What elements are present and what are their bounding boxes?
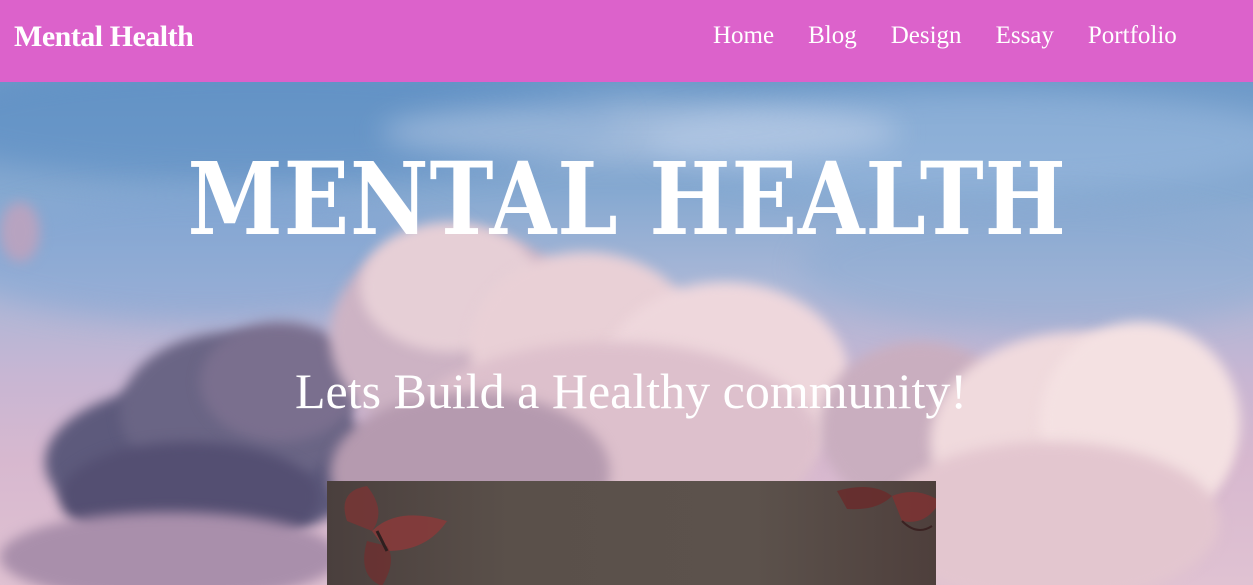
butterfly-image bbox=[344, 486, 447, 585]
nav-link-essay[interactable]: Essay bbox=[996, 22, 1054, 50]
nav-link-design[interactable]: Design bbox=[891, 22, 962, 50]
hero-media-frame[interactable] bbox=[327, 481, 936, 585]
nav-link-portfolio[interactable]: Portfolio bbox=[1088, 22, 1177, 50]
nav-menu: Home Blog Design Essay Portfolio bbox=[713, 22, 1211, 50]
hero-banner: MENTAL HEALTH Lets Build a Healthy commu… bbox=[0, 82, 1253, 585]
hero-title: MENTAL HEALTH bbox=[187, 140, 1067, 258]
top-navbar: Mental Health Home Blog Design Essay Por… bbox=[0, 0, 1253, 82]
butterfly-image-right bbox=[837, 487, 936, 531]
hero-subtitle: Lets Build a Healthy community! bbox=[294, 363, 968, 419]
nav-link-blog[interactable]: Blog bbox=[808, 22, 857, 50]
site-brand[interactable]: Mental Health bbox=[14, 20, 194, 54]
nav-link-home[interactable]: Home bbox=[713, 22, 774, 50]
